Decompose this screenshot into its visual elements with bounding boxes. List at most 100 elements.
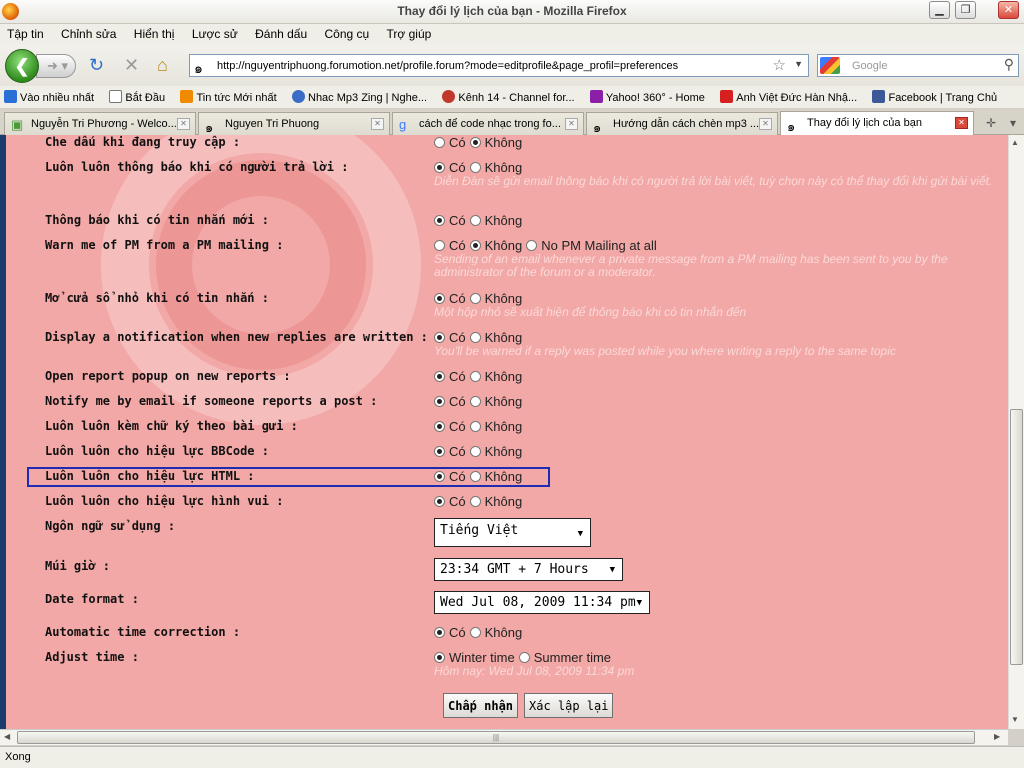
tab-1[interactable]: ▣ Nguyễn Tri Phương - Welco... ✕ xyxy=(4,112,196,135)
tab-label: cách để code nhạc trong fo... xyxy=(419,118,561,130)
new-tab-icon[interactable]: ✛ xyxy=(981,113,1001,133)
radio-yes[interactable] xyxy=(434,396,445,407)
tab-4[interactable]: ๑ Hướng dẫn cách chèn mp3 ... ✕ xyxy=(586,112,778,135)
tab-list-icon[interactable]: ▾ xyxy=(1003,113,1023,133)
pref-description: Sending of an email whenever a private m… xyxy=(434,252,948,279)
radio-yes[interactable] xyxy=(434,293,445,304)
radio-summer[interactable] xyxy=(518,652,530,663)
timezone-select[interactable]: 23:34 GMT + 7 Hours ▼ xyxy=(434,558,623,581)
radio-yes[interactable] xyxy=(434,240,445,251)
radio-no[interactable] xyxy=(469,371,481,382)
bookmark-label: Tin tức Mới nhất xyxy=(196,92,277,104)
close-tab-icon[interactable]: ✕ xyxy=(759,118,772,130)
radio-yes[interactable] xyxy=(434,496,445,507)
horizontal-scrollbar[interactable]: ◀ ||| ▶ xyxy=(0,729,1008,745)
radio-no[interactable] xyxy=(469,471,481,482)
tab-2[interactable]: ๑ Nguyen Tri Phuong ✕ xyxy=(198,112,390,135)
forward-button[interactable]: ➜ ▾ xyxy=(36,54,76,78)
close-tab-icon[interactable]: ✕ xyxy=(565,118,578,130)
radio-no[interactable] xyxy=(469,421,481,432)
radio-yes[interactable] xyxy=(434,137,445,148)
bookmark-item[interactable]: Vào nhiều nhất xyxy=(0,90,94,104)
close-tab-icon[interactable]: ✕ xyxy=(371,118,384,130)
radio-no[interactable] xyxy=(469,215,481,226)
bookmark-star-icon[interactable]: ☆ xyxy=(773,56,786,74)
bookmark-item[interactable]: Kênh 14 - Channel for... xyxy=(438,90,575,104)
menu-bar: Tập tin Chỉnh sửa Hiển thị Lược sử Đánh … xyxy=(0,24,1024,44)
pref-label: Notify me by email if someone reports a … xyxy=(45,394,378,408)
search-icon[interactable]: ⚲ xyxy=(1004,56,1014,73)
radio-label: Không xyxy=(484,394,523,409)
stop-icon[interactable]: ✕ xyxy=(124,56,139,74)
radio-no[interactable] xyxy=(469,240,481,251)
radio-no[interactable] xyxy=(469,627,481,638)
menu-tools[interactable]: Công cụ xyxy=(318,24,377,41)
tab-5-active[interactable]: ๑ Thay đổi lý lịch của bạn ✕ xyxy=(780,111,974,135)
pref-label: Automatic time correction : xyxy=(45,625,241,639)
radio-no[interactable] xyxy=(469,446,481,457)
radio-yes[interactable] xyxy=(434,471,445,482)
radio-no[interactable] xyxy=(469,137,481,148)
bookmark-item[interactable]: Facebook | Trang Chủ xyxy=(868,90,997,104)
scroll-left-icon[interactable]: ◀ xyxy=(4,732,10,741)
radio-yes[interactable] xyxy=(434,446,445,457)
radio-yes[interactable] xyxy=(434,421,445,432)
scroll-right-icon[interactable]: ▶ xyxy=(994,732,1000,741)
scrollbar-thumb[interactable]: ||| xyxy=(17,731,975,744)
menu-help[interactable]: Trợ giúp xyxy=(380,24,439,41)
radio-yes[interactable] xyxy=(434,162,445,173)
menu-history[interactable]: Lược sử xyxy=(185,24,245,41)
bookmark-label: Facebook | Trang Chủ xyxy=(888,92,998,104)
tab-3[interactable]: g cách để code nhạc trong fo... ✕ xyxy=(392,112,584,135)
reload-icon[interactable]: ↻ xyxy=(89,56,104,74)
radio-no-mailing[interactable] xyxy=(526,240,538,251)
radio-yes[interactable] xyxy=(434,215,445,226)
dateformat-select[interactable]: Wed Jul 08, 2009 11:34 pm ▼ xyxy=(434,591,650,614)
home-icon[interactable]: ⌂ xyxy=(157,56,168,74)
radio-winter[interactable] xyxy=(434,652,445,663)
radio-no[interactable] xyxy=(469,293,481,304)
url-dropdown-icon[interactable]: ▼ xyxy=(794,59,803,69)
search-box[interactable]: Google ⚲ xyxy=(817,54,1019,77)
menu-file[interactable]: Tập tin xyxy=(0,24,51,41)
close-tab-icon[interactable]: ✕ xyxy=(177,118,190,130)
radio-yes[interactable] xyxy=(434,332,445,343)
radio-no[interactable] xyxy=(469,332,481,343)
radio-label: Không xyxy=(484,444,523,459)
bookmark-item[interactable]: Anh Việt Đức Hàn Nhậ... xyxy=(716,90,857,104)
maximize-button[interactable]: ❐ xyxy=(955,1,976,19)
bookmark-item[interactable]: Tin tức Mới nhất xyxy=(176,90,277,104)
forumotion-icon: ๑ xyxy=(205,120,214,135)
bookmark-item[interactable]: Nhac Mp3 Zing | Nghe... xyxy=(288,90,427,104)
bookmark-item[interactable]: Bắt Đầu xyxy=(105,90,165,104)
status-text: Xong xyxy=(5,751,31,763)
pref-label: Display a notification when new replies … xyxy=(45,330,428,344)
menu-view[interactable]: Hiển thị xyxy=(127,24,182,41)
scroll-down-icon[interactable]: ▼ xyxy=(1011,715,1019,724)
back-button[interactable]: ❮ xyxy=(5,49,39,83)
radio-no[interactable] xyxy=(469,162,481,173)
url-input[interactable]: http://nguyentriphuong.forumotion.net/pr… xyxy=(217,60,678,72)
reset-button[interactable]: Xác lập lại xyxy=(524,693,614,718)
search-input[interactable]: Google xyxy=(852,60,887,72)
radio-yes[interactable] xyxy=(434,627,445,638)
menu-edit[interactable]: Chỉnh sửa xyxy=(54,24,123,41)
menu-bookmarks[interactable]: Đánh dấu xyxy=(248,24,314,41)
language-select[interactable]: Tiếng Việt ▼ xyxy=(434,518,591,547)
scrollbar-thumb[interactable] xyxy=(1010,409,1023,665)
scroll-up-icon[interactable]: ▲ xyxy=(1011,138,1019,147)
bookmark-item[interactable]: Yahoo! 360° - Home xyxy=(586,90,705,104)
submit-button[interactable]: Chấp nhận xyxy=(443,693,519,718)
minimize-button[interactable]: ▁ xyxy=(929,1,950,19)
close-window-button[interactable]: ✕ xyxy=(998,1,1019,19)
vertical-scrollbar[interactable]: ▲ ▼ xyxy=(1008,135,1024,729)
forumotion-icon: ๑ xyxy=(593,120,602,135)
close-tab-icon[interactable]: ✕ xyxy=(955,117,968,129)
google-icon[interactable] xyxy=(820,57,840,74)
radio-label: Không xyxy=(484,135,523,150)
radio-no[interactable] xyxy=(469,396,481,407)
radio-no[interactable] xyxy=(469,496,481,507)
radio-label: Có xyxy=(449,444,466,459)
url-bar[interactable]: ๑ http://nguyentriphuong.forumotion.net/… xyxy=(189,54,809,77)
radio-yes[interactable] xyxy=(434,371,445,382)
